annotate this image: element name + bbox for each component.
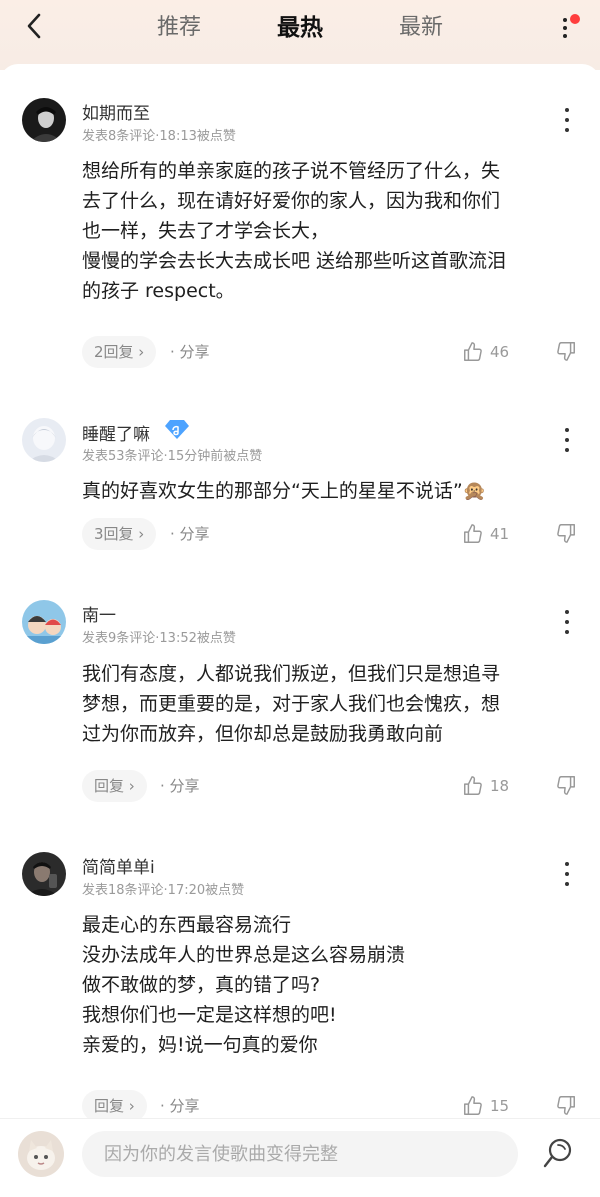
more-options-button[interactable] — [554, 12, 580, 42]
comment-line: 亲爱的，妈!说一句真的爱你 — [82, 1034, 318, 1056]
back-button[interactable] — [18, 10, 50, 42]
thumb-down-icon — [557, 1096, 575, 1115]
comment-line: 想给所有的单亲家庭的孩子说不管经历了什么，失 — [82, 160, 501, 182]
avatar[interactable] — [22, 600, 66, 644]
avatar[interactable] — [22, 98, 66, 142]
thumb-up-icon — [464, 1096, 482, 1115]
tab-latest[interactable]: 最新 — [399, 8, 443, 48]
dislike-button[interactable] — [555, 774, 579, 798]
tab-hottest[interactable]: 最热 — [277, 8, 323, 48]
share-button[interactable]: · 分享 — [170, 336, 210, 368]
thumb-down-icon — [557, 342, 575, 361]
dislike-button[interactable] — [555, 340, 579, 364]
thumb-down-icon — [557, 776, 575, 795]
back-arrow-icon — [27, 13, 41, 39]
comment-more-button[interactable] — [562, 861, 572, 887]
comment-text: 我们有态度，人都说我们叛逆，但我们只是想追寻 梦想，而更重要的是，对于家人我们也… — [82, 659, 572, 749]
like-count: 41 — [490, 525, 510, 543]
replies-button[interactable]: 3回复 › — [82, 518, 157, 550]
dislike-button[interactable] — [555, 522, 579, 546]
like-button[interactable]: 18 — [462, 770, 509, 802]
share-button[interactable]: · 分享 — [160, 770, 200, 802]
tab-recommend[interactable]: 推荐 — [157, 8, 201, 48]
username[interactable]: 如期而至 — [82, 99, 150, 124]
comment-line: 最走心的东西最容易流行 — [82, 914, 292, 936]
comment-line: 梦想，而更重要的是，对于家人我们也会愧疚，想 — [82, 693, 501, 715]
comment-line: 慢慢的学会去长大去成长吧 送给那些听这首歌流泪 — [82, 250, 507, 272]
dislike-button[interactable] — [555, 1094, 579, 1118]
tab-bar: 推荐 最热 最新 — [0, 8, 600, 48]
my-avatar[interactable] — [18, 1131, 64, 1177]
comment-line: 去了什么，现在请好好爱你的家人，因为我和你们 — [82, 190, 501, 212]
comment-line: 过为你而放弃，但你却总是鼓励我勇敢向前 — [82, 723, 444, 745]
comment-meta: 发表9条评论·13:52被点赞 — [82, 631, 236, 646]
comment-line: 做不敢做的梦，真的错了吗? — [82, 974, 321, 996]
thumb-up-icon — [464, 342, 482, 361]
thumb-down-icon — [557, 524, 575, 543]
username[interactable]: 睡醒了嘛 — [82, 420, 150, 445]
comment-line: 我们有态度，人都说我们叛逆，但我们只是想追寻 — [82, 663, 501, 685]
avatar[interactable] — [22, 418, 66, 462]
comment-text: 想给所有的单亲家庭的孩子说不管经历了什么，失 去了什么，现在请好好爱你的家人，因… — [82, 156, 572, 306]
thumb-up-icon — [464, 524, 482, 543]
send-icon — [543, 1138, 572, 1168]
like-button[interactable]: 41 — [462, 518, 509, 550]
comment-input-bar — [0, 1118, 600, 1197]
comment-meta: 发表53条评论·15分钟前被点赞 — [82, 449, 263, 464]
comment-input[interactable] — [82, 1131, 518, 1177]
like-count: 15 — [490, 1097, 510, 1115]
comment-list: 如期而至 发表8条评论·18:13被点赞 想给所有的单亲家庭的孩子说不管经历了什… — [0, 64, 600, 1124]
top-bar: 推荐 最热 最新 — [0, 0, 600, 70]
send-button[interactable] — [538, 1133, 578, 1173]
notification-dot — [570, 14, 580, 24]
comment-line: 没办法成年人的世界总是这么容易崩溃 — [82, 944, 406, 966]
share-button[interactable]: · 分享 — [170, 518, 210, 550]
replies-button[interactable]: 2回复 › — [82, 336, 157, 368]
avatar[interactable] — [22, 852, 66, 896]
comment-line: 的孩子 respect。 — [82, 280, 235, 302]
vip-diamond-icon — [165, 420, 189, 439]
comment-more-button[interactable] — [562, 427, 572, 453]
username[interactable]: 简简单单i — [82, 853, 155, 878]
like-button[interactable]: 46 — [462, 336, 509, 368]
like-count: 46 — [490, 343, 510, 361]
comment-meta: 发表18条评论·17:20被点赞 — [82, 883, 245, 898]
like-count: 18 — [490, 777, 510, 795]
replies-button[interactable]: 回复 › — [82, 770, 147, 802]
comment-more-button[interactable] — [562, 609, 572, 635]
comment-text: 最走心的东西最容易流行 没办法成年人的世界总是这么容易崩溃 做不敢做的梦，真的错… — [82, 910, 572, 1060]
comment-line: 真的好喜欢女生的那部分“天上的星星不说话”🙊 — [82, 480, 487, 502]
comment-line: 也一样，失去了才学会长大， — [82, 220, 330, 242]
comment-text: 真的好喜欢女生的那部分“天上的星星不说话”🙊 — [82, 476, 572, 506]
comment-more-button[interactable] — [562, 107, 572, 133]
username[interactable]: 南一 — [82, 601, 116, 626]
comment-meta: 发表8条评论·18:13被点赞 — [82, 129, 236, 144]
comment-line: 我想你们也一定是这样想的吧! — [82, 1004, 337, 1026]
thumb-up-icon — [464, 776, 482, 795]
